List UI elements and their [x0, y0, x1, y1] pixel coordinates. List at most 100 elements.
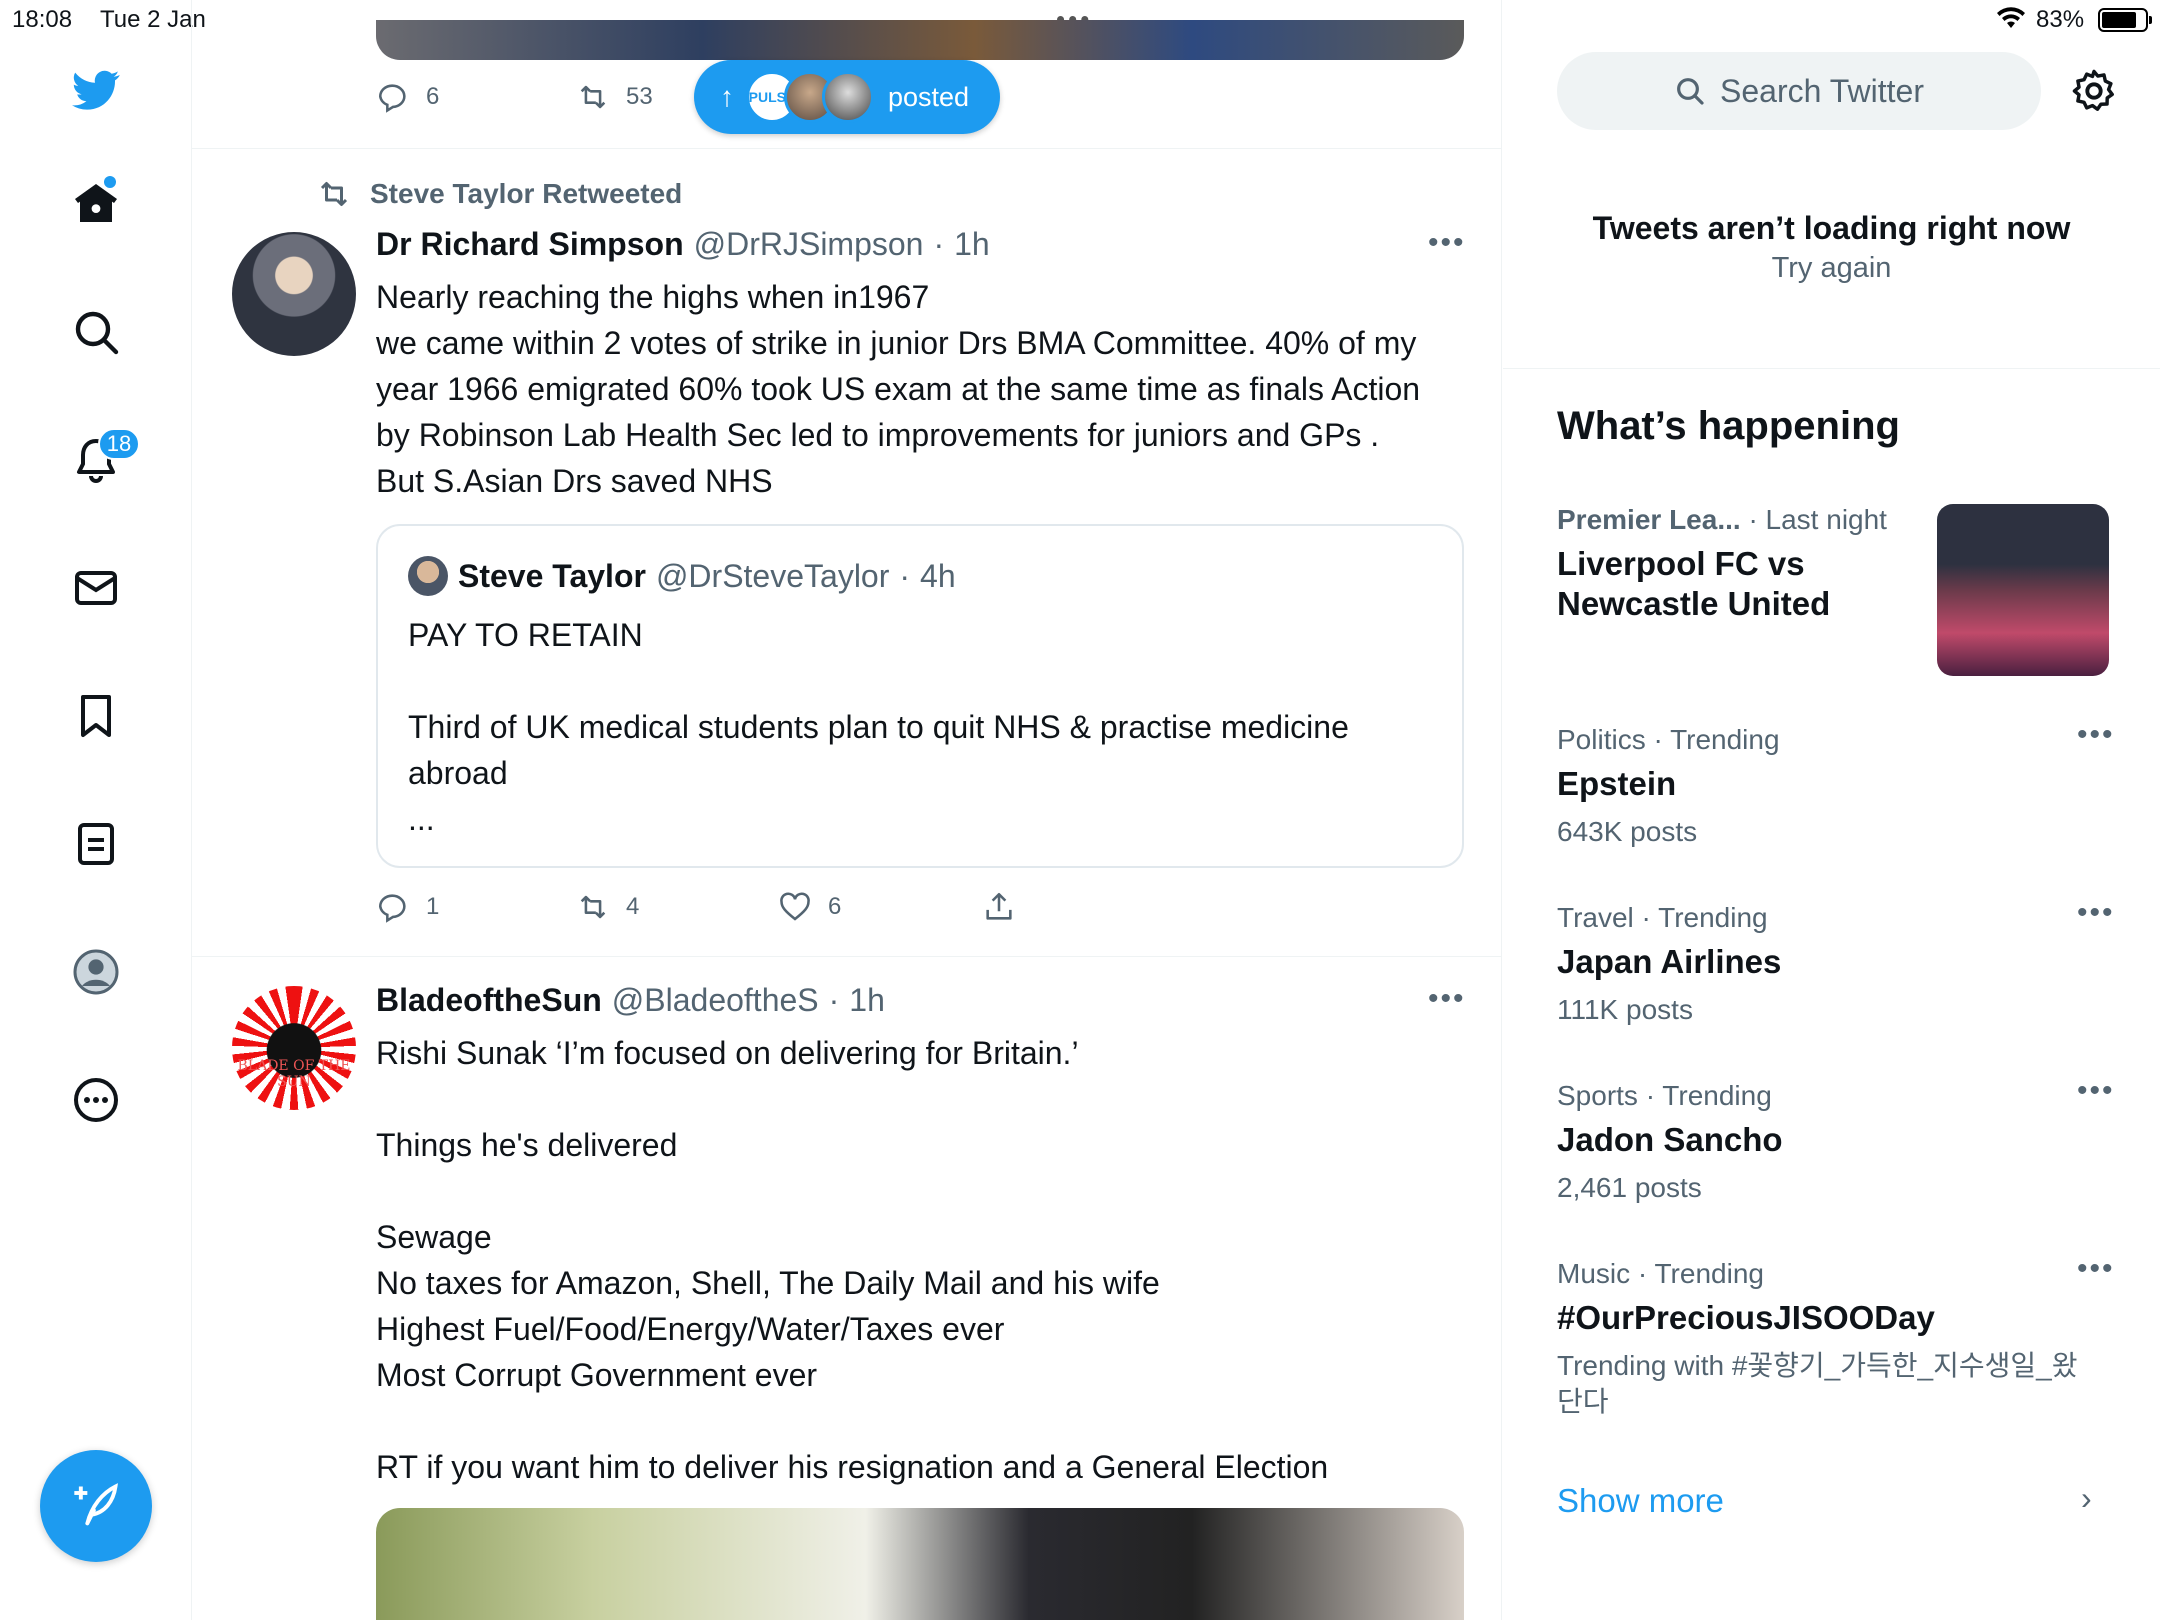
- trend-item[interactable]: Sports · Trending Jadon Sancho 2,461 pos…: [1557, 1074, 2117, 1206]
- avatar[interactable]: [232, 232, 356, 356]
- lists-icon[interactable]: [56, 804, 136, 884]
- trend-meta: Politics · Trending: [1557, 724, 1780, 755]
- tweet-header: Dr Richard Simpson @DrRJSimpson · 1h: [376, 226, 990, 263]
- whats-happening-title: What’s happening: [1557, 404, 1900, 448]
- previous-tweet-image[interactable]: [376, 20, 1464, 60]
- share-button[interactable]: [982, 890, 1016, 924]
- trend-count: Trending with #꽃향기_가득한_지수생일_왔단다: [1557, 1350, 2078, 1417]
- right-sidebar: Search Twitter Tweets aren’t loading rig…: [1503, 0, 2160, 1620]
- trend-more-icon[interactable]: •••: [2077, 718, 2115, 752]
- quote-author-handle: @DrSteveTaylor: [655, 557, 890, 594]
- tweet-time[interactable]: 1h: [849, 982, 885, 1019]
- trend-meta: Music · Trending: [1557, 1258, 1764, 1289]
- retweeted-by-label: Steve Taylor Retweeted: [370, 178, 683, 209]
- pill-label: posted: [888, 81, 970, 112]
- feather-plus-icon: [74, 1483, 118, 1526]
- trend-more-icon[interactable]: •••: [2077, 1074, 2115, 1108]
- left-nav: 18: [0, 0, 192, 1620]
- like-count: 6: [828, 893, 842, 920]
- search-box[interactable]: Search Twitter: [1557, 52, 2041, 130]
- trend-count: 643K posts: [1557, 816, 1698, 847]
- notifications-icon[interactable]: 18: [56, 420, 140, 500]
- try-again-link[interactable]: Try again: [1503, 252, 2160, 285]
- quote-text: PAY TO RETAIN Third of UK medical studen…: [408, 617, 1349, 837]
- reply-count: 6: [426, 83, 440, 110]
- search-icon[interactable]: [56, 292, 136, 372]
- pill-avatar: [822, 71, 874, 123]
- tweet-image[interactable]: [376, 1508, 1464, 1620]
- trend-more-icon[interactable]: •••: [2077, 896, 2115, 930]
- more-options-icon[interactable]: [56, 1060, 136, 1140]
- arrow-up-icon: ↑: [720, 81, 734, 112]
- trend-item[interactable]: Politics · Trending Epstein 643K posts •…: [1557, 718, 2117, 850]
- author-name[interactable]: Dr Richard Simpson: [376, 226, 684, 263]
- retweeted-by[interactable]: Steve Taylor Retweeted: [316, 176, 682, 212]
- trend-meta: Premier Lea... · Last night: [1557, 504, 1887, 535]
- trend-meta: Sports · Trending: [1557, 1080, 1772, 1111]
- retweet-button[interactable]: 4: [576, 890, 639, 924]
- avatar-text: BLADE OF THE SUN: [237, 1058, 351, 1090]
- retweet-count: 4: [626, 893, 640, 920]
- pill-avatars: PULSE: [746, 71, 874, 123]
- reply-count: 1: [426, 893, 440, 920]
- tweet-more-icon[interactable]: •••: [1428, 226, 1466, 260]
- author-handle[interactable]: @BladeoftheS: [612, 982, 819, 1019]
- tweet-divider: [192, 148, 1501, 149]
- messages-icon[interactable]: [56, 548, 136, 628]
- tweet-text: Nearly reaching the highs when in1967 we…: [376, 279, 1421, 499]
- reply-button[interactable]: 1: [376, 890, 439, 924]
- trend-count: 111K posts: [1557, 994, 1693, 1025]
- retweet-icon: [580, 85, 606, 109]
- avatar[interactable]: BLADE OF THE SUN: [232, 986, 356, 1110]
- retweet-icon: [580, 895, 606, 919]
- trend-image[interactable]: [1937, 504, 2109, 676]
- tweet-header: BladeoftheSun @BladeoftheS · 1h: [376, 982, 885, 1019]
- retweet-button[interactable]: 53: [576, 80, 653, 114]
- search-placeholder: Search Twitter: [1720, 72, 1924, 109]
- search-icon: [1677, 78, 1704, 105]
- retweet-icon: [320, 182, 348, 206]
- trend-count: 2,461 posts: [1557, 1172, 1702, 1203]
- tweet-more-icon[interactable]: •••: [1428, 982, 1466, 1016]
- notifications-badge: 18: [98, 428, 140, 460]
- retweet-count: 53: [626, 83, 653, 110]
- bookmarks-icon[interactable]: [56, 676, 136, 756]
- gear-icon[interactable]: [2071, 68, 2117, 114]
- tweet-text: Rishi Sunak ‘I’m focused on delivering f…: [376, 1035, 1329, 1485]
- reply-button[interactable]: 6: [376, 80, 439, 114]
- home-icon[interactable]: [56, 164, 136, 244]
- tweet-divider: [192, 956, 1501, 957]
- trend-item[interactable]: Premier Lea... · Last night Liverpool FC…: [1557, 504, 1917, 624]
- reply-icon: [378, 894, 406, 923]
- profile-icon[interactable]: [56, 932, 136, 1012]
- author-handle[interactable]: @DrRJSimpson: [694, 226, 924, 263]
- trend-title: Japan Airlines: [1557, 943, 1782, 980]
- trend-title: Liverpool FC vs Newcastle United: [1557, 545, 1831, 622]
- tweet-time[interactable]: 1h: [954, 226, 990, 263]
- trend-item[interactable]: Music · Trending #OurPreciousJISOODay Tr…: [1557, 1252, 2117, 1420]
- heart-icon: [780, 892, 810, 921]
- quote-time: 4h: [920, 557, 956, 594]
- separator: ·: [899, 557, 911, 594]
- trend-title: Jadon Sancho: [1557, 1121, 1783, 1158]
- timeline[interactable]: 6 53 ↑ PULSE posted Steve Taylor Retweet…: [192, 0, 1502, 1620]
- quote-avatar: [408, 556, 448, 596]
- share-icon: [986, 892, 1012, 920]
- separator: ·: [828, 982, 840, 1018]
- compose-tweet-button[interactable]: [40, 1450, 152, 1562]
- quote-author-name: Steve Taylor: [458, 557, 646, 594]
- trend-item[interactable]: Travel · Trending Japan Airlines 111K po…: [1557, 896, 2117, 1028]
- trend-title: #OurPreciousJISOODay: [1557, 1299, 1935, 1336]
- author-name[interactable]: BladeoftheSun: [376, 982, 602, 1019]
- reply-icon: [378, 84, 406, 113]
- new-posts-pill[interactable]: ↑ PULSE posted: [694, 60, 1000, 134]
- trend-title: Epstein: [1557, 765, 1677, 802]
- trend-more-icon[interactable]: •••: [2077, 1252, 2115, 1286]
- trend-meta: Travel · Trending: [1557, 902, 1768, 933]
- show-more-link[interactable]: Show more: [1557, 1482, 1724, 1520]
- quoted-tweet[interactable]: Steve Taylor @DrSteveTaylor · 4h PAY TO …: [376, 524, 1464, 868]
- separator: ·: [933, 226, 945, 262]
- chevron-right-icon[interactable]: ›: [2081, 1480, 2092, 1517]
- like-button[interactable]: 6: [778, 890, 841, 924]
- twitter-logo-icon[interactable]: [56, 50, 136, 130]
